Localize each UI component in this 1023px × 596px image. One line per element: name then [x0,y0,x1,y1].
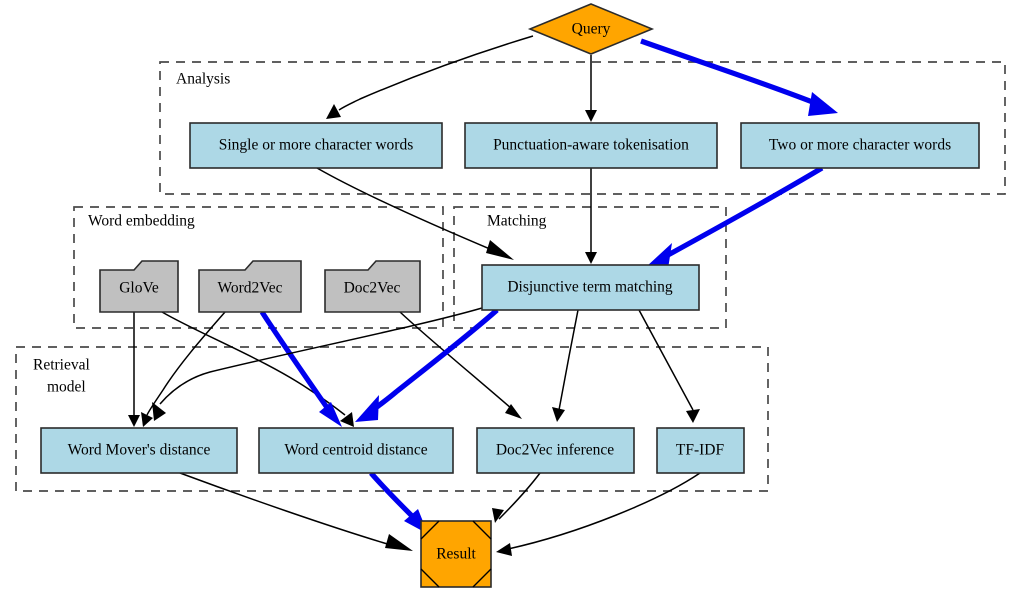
edge-disjunctive-matching-to-tfidf [638,309,700,423]
word-centroid-distance-box-shape[interactable] [258,427,454,474]
two-or-more-box-shape[interactable] [740,122,980,169]
node-disjunctive-term-matching[interactable]: Disjunctive term matching [481,264,700,311]
edge-word-movers-distance-to-result [179,472,413,551]
punctuation-aware-tokenisation-box-shape[interactable] [464,122,718,169]
cluster-word-embedding-label: Word embedding [88,213,195,230]
node-word-movers-distance[interactable]: Word Mover's distance [40,427,238,474]
node-query[interactable]: Query [527,3,655,55]
result-outer-square-shape[interactable] [420,520,492,588]
node-doc2vec-inference[interactable]: Doc2Vec inference [476,427,635,474]
query-diamond-shape[interactable] [527,3,655,55]
edge-disjunctive-matching-to-doc2vec-inference [552,309,579,422]
disjunctive-term-matching-box-shape[interactable] [481,264,700,311]
word-movers-distance-box-shape[interactable] [40,427,238,474]
node-doc2vec[interactable]: Doc2Vec [324,260,421,313]
edge-disjunctive-matching-to-word-centroid-distance [355,308,499,422]
edge-query-to-two-or-more [640,38,838,116]
node-word-centroid-distance[interactable]: Word centroid distance [258,427,454,474]
cluster-analysis-label: Analysis [176,71,230,88]
edge-glove-to-word-movers-distance [128,312,140,427]
node-two-or-more-character-words[interactable]: Two or more character words [740,122,980,169]
cluster-retrieval-model-label-line2: model [47,379,86,396]
cluster-retrieval-model-label-line1: Retrieval [33,357,90,374]
tfidf-box-shape[interactable] [656,427,745,474]
node-word2vec[interactable]: Word2Vec [198,260,302,313]
edge-query-to-single-or-more [326,35,534,119]
node-glove[interactable]: GloVe [99,260,179,313]
edge-punct-tokenisation-to-disjunctive-matching [585,168,597,264]
cluster-matching-label: Matching [487,213,547,230]
edge-query-to-punct-tokenisation [585,55,597,122]
word2vec-folder-shape[interactable] [198,260,302,313]
node-single-or-more-character-words[interactable]: Single or more character words [189,122,443,169]
edge-two-or-more-to-disjunctive-matching [646,165,824,269]
doc2vec-inference-box-shape[interactable] [476,427,635,474]
node-tfidf[interactable]: TF-IDF [656,427,745,474]
flowchart-diagram: Analysis Word embedding Matching Retriev… [0,0,1023,596]
doc2vec-folder-shape[interactable] [324,260,421,313]
edge-word-centroid-distance-to-result [369,471,428,534]
glove-folder-shape[interactable] [99,260,179,313]
edge-tfidf-to-result [496,472,701,556]
edge-word2vec-to-word-centroid-distance [259,310,342,427]
edge-single-or-more-to-disjunctive-matching [316,167,514,260]
node-result[interactable]: Result [420,520,492,588]
node-punctuation-aware-tokenisation[interactable]: Punctuation-aware tokenisation [464,122,718,169]
edge-doc2vec-inference-to-result [492,472,541,523]
single-or-more-box-shape[interactable] [189,122,443,169]
